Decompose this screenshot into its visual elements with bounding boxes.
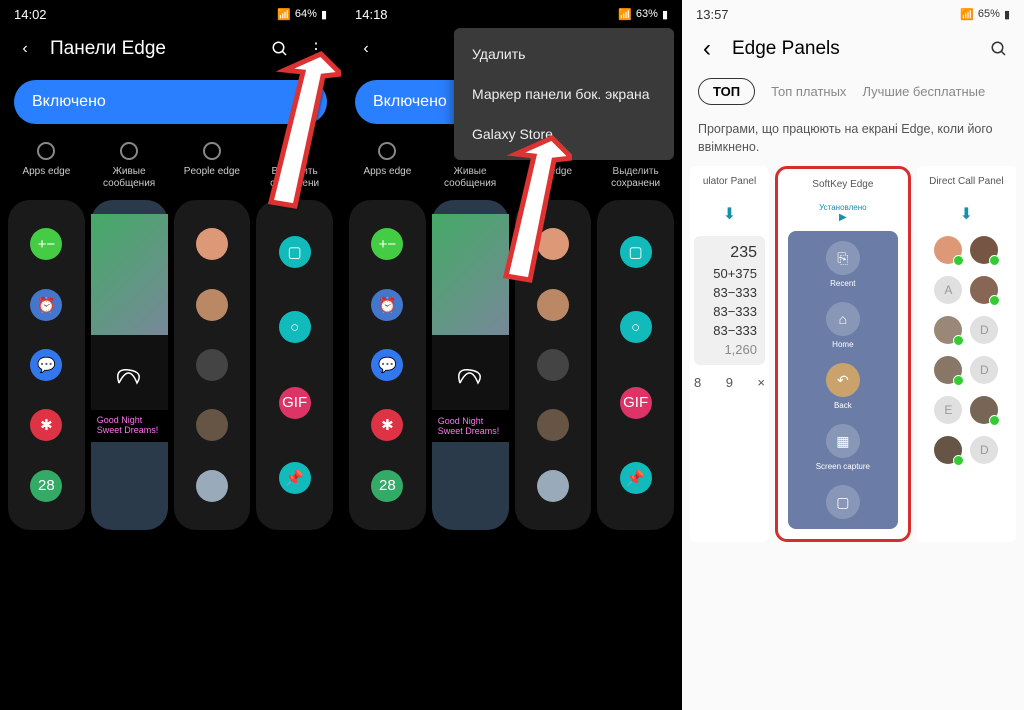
avatar [196,228,228,260]
tool-icon: GIF [279,387,311,419]
people-edge-preview[interactable] [174,200,251,530]
app-icon: +− [30,228,62,260]
back-icon[interactable]: ‹ [355,38,377,60]
apps-edge-preview[interactable]: +− ⏰ 💬 ✱ 28 [8,200,85,530]
download-icon[interactable]: ⬇ [723,204,736,224]
switch-thumb [297,91,319,113]
installed-label: Установлено [819,203,867,212]
avatar [196,349,228,381]
download-icon[interactable]: ⬇ [960,204,973,224]
clock: 14:18 [355,7,388,22]
screenshot-1: 14:02 📶 64% ▮ ‹ Панели Edge ⋮ Включено A… [0,0,341,710]
radio[interactable] [378,142,396,160]
tool-icon: ○ [279,311,311,343]
live-messages-preview[interactable]: Good Night Sweet Dreams! [91,200,168,530]
tabs: ТОП Топ платных Лучшие бесплатные [682,70,1024,117]
description: Програми, що працюють на екрані Edge, ко… [682,117,1024,166]
status-icons: 📶 65% ▮ [960,8,1010,21]
tab-top[interactable]: ТОП [698,78,755,105]
calc-preview: 235 50+375 83−333 83−333 83−333 1,260 [694,236,765,365]
tool-icon: ▢ [279,236,311,268]
tab-paid[interactable]: Топ платных [771,84,846,99]
back-icon[interactable]: ‹ [696,38,718,60]
status-bar: 14:02 📶 64% ▮ [0,0,341,28]
clock: 13:57 [696,7,729,22]
app-icon: ⏰ [30,289,62,321]
header: ‹ Панели Edge ⋮ [0,28,341,70]
radio[interactable] [37,142,55,160]
app-icon: ✱ [30,409,62,441]
back-icon[interactable]: ‹ [14,38,36,60]
app-icon: 28 [30,470,62,502]
toggle-row: Включено [0,70,341,142]
card-calculator[interactable]: ulator Panel ⬇ 235 50+375 83−333 83−333 … [690,166,769,542]
panel-previews: +− ⏰ 💬 ✱ 28 Good Night Sweet Dreams! ▢ ○… [341,194,682,536]
radio[interactable] [286,142,304,160]
search-icon[interactable] [988,38,1010,60]
toggle-label: Включено [373,93,447,111]
toggle-label: Включено [32,93,106,111]
status-bar: 14:18 📶 63% ▮ [341,0,682,28]
menu-delete[interactable]: Удалить [454,34,674,74]
enabled-toggle[interactable]: Включено [14,80,327,124]
app-icon: 💬 [30,349,62,381]
radio[interactable] [203,142,221,160]
tab-free[interactable]: Лучшие бесплатные [862,84,985,99]
status-icons: 📶 63% ▮ [618,8,668,21]
panel-labels: Apps edge Живые сообщения People edge Вы… [0,142,341,194]
status-icons: 📶 64% ▮ [277,8,327,21]
card-softkey[interactable]: SoftKey Edge Установлено ▶ ⎘Recent ⌂Home… [775,166,911,542]
smart-select-preview[interactable]: ▢ ○ GIF 📌 [597,200,674,530]
screenshot-3: 13:57 📶 65% ▮ ‹ Edge Panels ТОП Топ плат… [682,0,1024,710]
avatar [196,409,228,441]
avatar [196,470,228,502]
card-directcall[interactable]: Direct Call Panel ⬇ A D D E D [917,166,1016,542]
smart-select-preview[interactable]: ▢ ○ GIF 📌 [256,200,333,530]
radio[interactable] [120,142,138,160]
play-icon[interactable]: ▶ [839,212,847,223]
live-messages-preview[interactable]: Good Night Sweet Dreams! [432,200,509,530]
contacts-preview: A D D E D [921,236,1012,464]
menu-galaxy-store[interactable]: Galaxy Store [454,114,674,154]
page-title: Панели Edge [50,38,255,60]
search-icon[interactable] [269,38,291,60]
overflow-menu: Удалить Маркер панели бок. экрана Galaxy… [454,28,674,160]
apps-edge-preview[interactable]: +− ⏰ 💬 ✱ 28 [349,200,426,530]
status-bar: 13:57 📶 65% ▮ [682,0,1024,28]
page-title: Edge Panels [732,38,974,60]
tool-icon: 📌 [279,462,311,494]
softkey-preview: ⎘Recent ⌂Home ↶Back ▦Screen capture ▢ [788,231,898,529]
header: ‹ Edge Panels [682,28,1024,70]
people-edge-preview[interactable] [515,200,592,530]
clock: 14:02 [14,7,47,22]
panel-cards: ulator Panel ⬇ 235 50+375 83−333 83−333 … [682,166,1024,542]
more-icon[interactable]: ⋮ [305,38,327,60]
avatar [196,289,228,321]
menu-handle[interactable]: Маркер панели бок. экрана [454,74,674,114]
screenshot-2: 14:18 📶 63% ▮ ‹ Включено Apps edge Живые… [341,0,682,710]
panel-previews: +− ⏰ 💬 ✱ 28 Good Night Sweet Dreams! ▢ ○ [0,194,341,536]
